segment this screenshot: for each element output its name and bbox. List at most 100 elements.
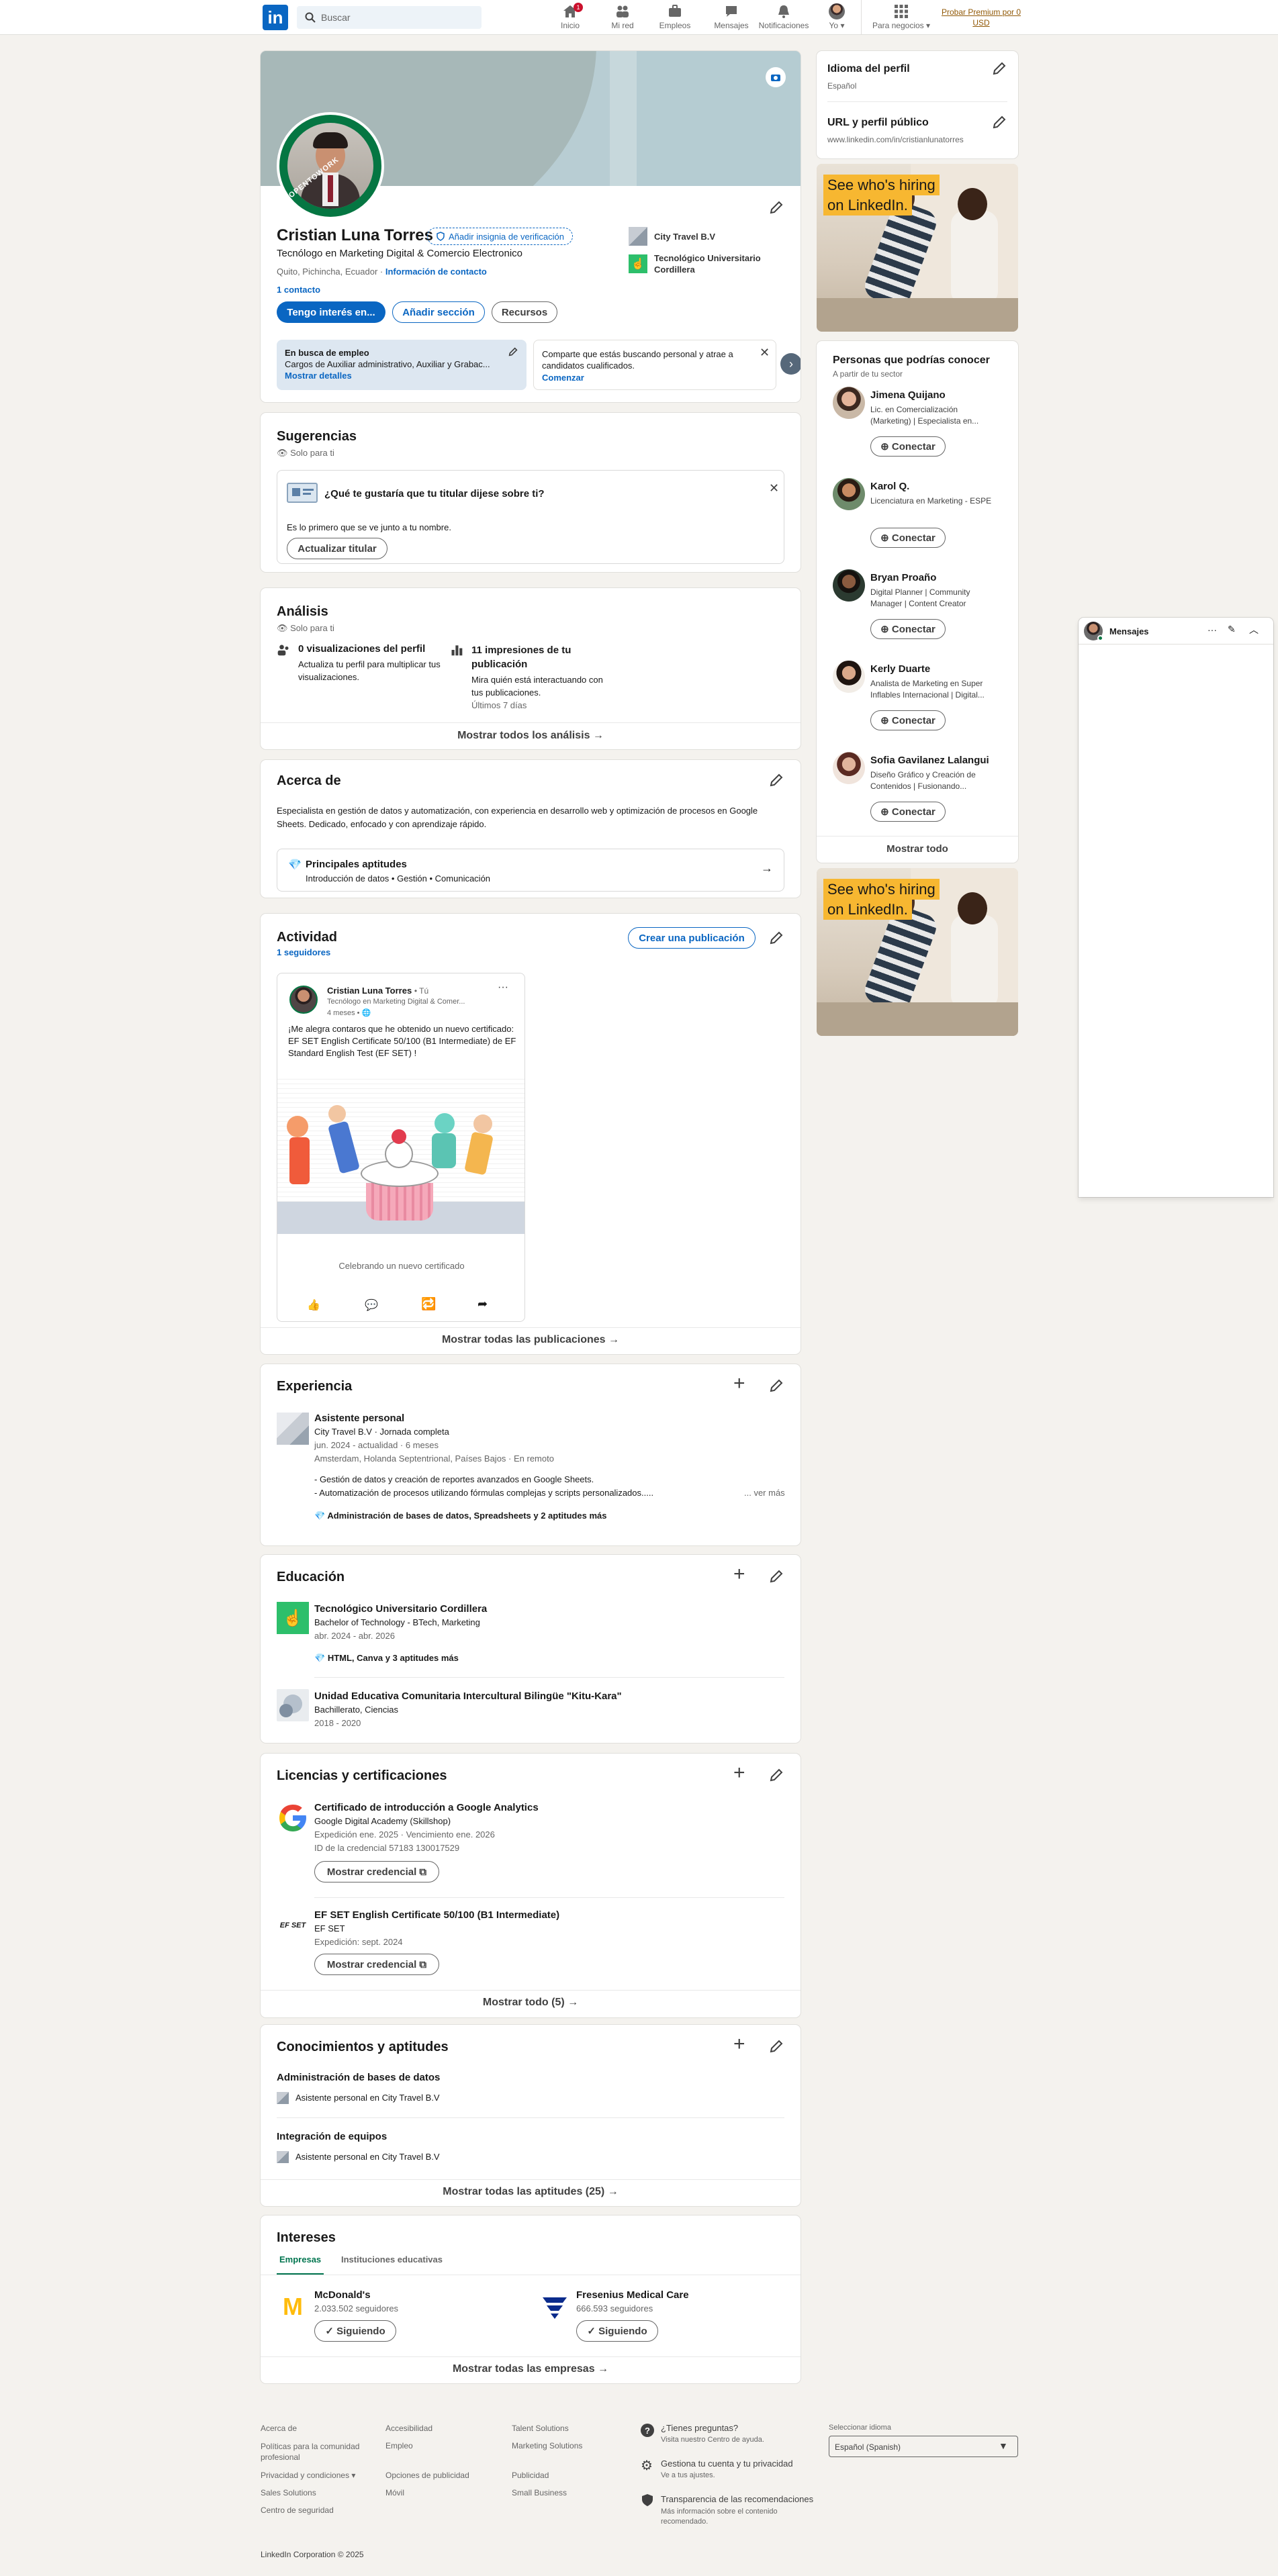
share-hiring-card[interactable]: Comparte que estás buscando personal y a… <box>533 340 776 390</box>
footer-link[interactable]: Sales Solutions <box>261 2488 316 2497</box>
show-all-skills[interactable]: Mostrar todas las aptitudes (25) → <box>261 2186 801 2198</box>
impressions-title[interactable]: 11 impresiones de tu publicación <box>471 643 599 671</box>
following-button-2[interactable]: ✓ Siguiendo <box>576 2320 658 2342</box>
edit-skills-icon[interactable] <box>768 2038 784 2054</box>
contact-info-link[interactable]: Información de contacto <box>385 267 487 277</box>
footer-link[interactable]: Empleo <box>385 2441 413 2450</box>
interest-name-2[interactable]: Fresenius Medical Care <box>576 2289 689 2301</box>
edu-school-1[interactable]: Tecnológico Universitario Cordillera <box>314 1603 487 1615</box>
hiring-ad-2[interactable]: See who's hiring on LinkedIn. <box>817 868 1018 1036</box>
premium-link[interactable]: Probar Premium por 0 USD <box>939 7 1023 28</box>
dismiss-icon[interactable]: ✕ <box>769 481 779 495</box>
lic-name-1[interactable]: Certificado de introducción a Google Ana… <box>314 1802 539 1813</box>
messaging-header[interactable]: Mensajes ··· ✎ ︿ <box>1079 618 1273 645</box>
transparency-title[interactable]: Transparencia de las recomendaciones <box>661 2494 813 2504</box>
exp-role[interactable]: Asistente personal <box>314 1413 404 1424</box>
nav-notifications[interactable]: Notificaciones <box>754 0 814 35</box>
manage-title[interactable]: Gestiona tu cuenta y tu privacidad <box>661 2459 793 2469</box>
add-license-icon[interactable]: + <box>733 1762 745 1784</box>
footer-link[interactable]: Móvil <box>385 2488 404 2497</box>
person-avatar[interactable] <box>833 569 865 602</box>
footer-link[interactable]: Opciones de publicidad <box>385 2471 469 2480</box>
show-credential-button-1[interactable]: Mostrar credencial ⧉ <box>314 1861 439 1882</box>
skill-name-2[interactable]: Integración de equipos <box>277 2131 387 2142</box>
person-avatar[interactable] <box>833 661 865 693</box>
footer-link[interactable]: Centro de seguridad <box>261 2506 334 2515</box>
edit-url-icon[interactable] <box>991 114 1007 130</box>
hiring-ad-1[interactable]: See who's hiring on LinkedIn. <box>817 164 1018 332</box>
verify-button[interactable]: Añadir insignia de verificación <box>427 228 573 245</box>
school-cordillera[interactable]: ☝ Tecnológico Universitario Cordillera <box>629 252 768 275</box>
share-card-link[interactable]: Comenzar <box>542 373 768 383</box>
nav-me[interactable]: Yo ▾ <box>821 0 853 35</box>
connect-button[interactable]: ⊕ Conectar <box>870 802 946 822</box>
nav-messaging[interactable]: Mensajes <box>711 0 752 35</box>
footer-link[interactable]: Privacidad y condiciones ▾ <box>261 2471 355 2480</box>
close-icon[interactable]: ✕ <box>760 346 770 360</box>
nav-business[interactable]: Para negocios ▾ <box>868 0 935 35</box>
show-credential-button-2[interactable]: Mostrar credencial ⧉ <box>314 1954 439 1975</box>
more-icon[interactable]: ··· <box>1207 624 1217 635</box>
person-name[interactable]: Sofia Gavilanez Lalangui <box>870 755 989 766</box>
footer-link[interactable]: Accesibilidad <box>385 2424 432 2433</box>
lic-name-2[interactable]: EF SET English Certificate 50/100 (B1 In… <box>314 1909 559 1921</box>
edit-open-icon[interactable] <box>508 346 518 357</box>
profile-photo[interactable]: #OPENTOWORK <box>277 112 384 220</box>
person-avatar[interactable] <box>833 387 865 419</box>
edu-school-2[interactable]: Unidad Educativa Comunitaria Intercultur… <box>314 1690 622 1702</box>
contacts-link[interactable]: 1 contacto <box>277 285 320 295</box>
edit-activity-icon[interactable] <box>768 930 784 946</box>
footer-link[interactable]: Small Business <box>512 2488 567 2497</box>
tab-companies[interactable]: Empresas <box>277 2254 324 2275</box>
edit-licenses-icon[interactable] <box>768 1767 784 1783</box>
skill-name-1[interactable]: Administración de bases de datos <box>277 2072 440 2083</box>
help-title[interactable]: ¿Tienes preguntas? <box>661 2423 738 2433</box>
nav-home[interactable]: Inicio 1 <box>551 0 590 35</box>
company-city-travel[interactable]: City Travel B.V <box>629 227 715 246</box>
add-section-button[interactable]: Añadir sección <box>392 301 485 323</box>
show-all-analytics[interactable]: Mostrar todos los análisis → <box>261 730 801 742</box>
update-headline-button[interactable]: Actualizar titular <box>287 538 387 559</box>
show-all-posts[interactable]: Mostrar todas las publicaciones → <box>261 1334 801 1346</box>
show-all-people[interactable]: Mostrar todo <box>817 843 1018 855</box>
person-name[interactable]: Bryan Proaño <box>870 572 936 583</box>
footer-link[interactable]: Acerca de <box>261 2424 297 2433</box>
post-card[interactable]: Cristian Luna Torres • Tú Tecnólogo en M… <box>277 973 525 1322</box>
comment-icon[interactable]: 💬 <box>365 1298 378 1312</box>
add-education-icon[interactable]: + <box>733 1563 745 1586</box>
views-title[interactable]: 0 visualizaciones del perfil <box>298 643 425 655</box>
nav-jobs[interactable]: Empleos <box>655 0 694 35</box>
connect-button[interactable]: ⊕ Conectar <box>870 436 946 457</box>
linkedin-logo-icon[interactable]: in <box>263 5 288 30</box>
language-select[interactable]: Español (Spanish) ▼ <box>829 2436 1018 2457</box>
connect-button[interactable]: ⊕ Conectar <box>870 619 946 639</box>
camera-icon[interactable] <box>766 67 786 87</box>
send-icon[interactable]: ➦ <box>477 1297 488 1311</box>
create-post-button[interactable]: Crear una publicación <box>628 927 756 949</box>
nav-network[interactable]: Mi red <box>603 0 642 35</box>
connect-button[interactable]: ⊕ Conectar <box>870 710 946 730</box>
followers-link[interactable]: 1 seguidores <box>277 947 330 957</box>
top-skills-box[interactable]: 💎 Principales aptitudes Introducción de … <box>277 849 784 892</box>
open-to-button[interactable]: Tengo interés en... <box>277 301 385 323</box>
interest-name-1[interactable]: McDonald's <box>314 2289 371 2301</box>
show-all-companies[interactable]: Mostrar todas las empresas → <box>261 2363 801 2375</box>
edit-experience-icon[interactable] <box>768 1378 784 1394</box>
person-name[interactable]: Kerly Duarte <box>870 663 930 675</box>
resources-button[interactable]: Recursos <box>492 301 557 323</box>
footer-link[interactable]: Talent Solutions <box>512 2424 569 2433</box>
connect-button[interactable]: ⊕ Conectar <box>870 528 946 548</box>
footer-link[interactable]: Políticas para la comunidad profesional <box>261 2441 375 2463</box>
repost-icon[interactable]: 🔁 <box>421 1297 436 1311</box>
following-button-1[interactable]: ✓ Siguiendo <box>314 2320 396 2342</box>
person-avatar[interactable] <box>833 478 865 510</box>
footer-link[interactable]: Publicidad <box>512 2471 549 2480</box>
person-name[interactable]: Karol Q. <box>870 481 909 492</box>
edit-intro-icon[interactable] <box>768 199 784 216</box>
more-icon[interactable]: ··· <box>498 982 508 994</box>
open-to-work-card[interactable]: En busca de empleo Cargos de Auxiliar ad… <box>277 340 527 390</box>
add-experience-icon[interactable]: + <box>733 1372 745 1395</box>
footer-link[interactable]: Marketing Solutions <box>512 2441 582 2450</box>
compose-icon[interactable]: ✎ <box>1228 624 1236 635</box>
tab-schools[interactable]: Instituciones educativas <box>341 2254 443 2264</box>
